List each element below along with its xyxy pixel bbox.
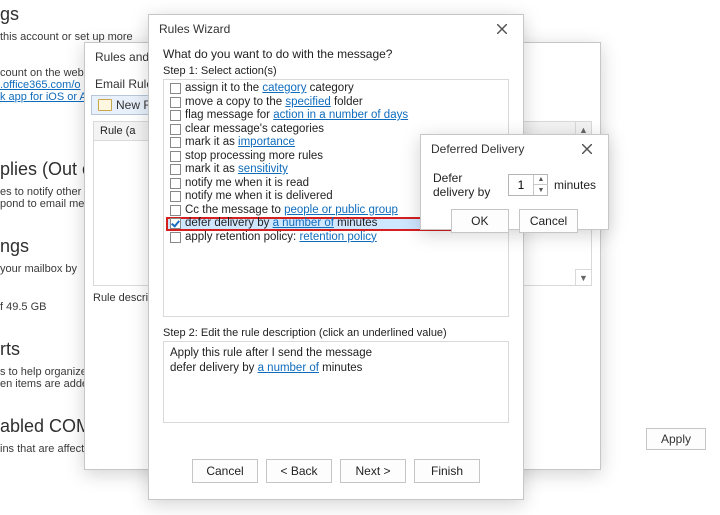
close-icon — [582, 144, 592, 154]
dialog-title: Deferred Delivery — [431, 142, 524, 156]
rule-description-panel: Apply this rule after I send the message… — [163, 341, 509, 423]
action-label: clear message's categories — [185, 123, 324, 136]
apply-button[interactable]: Apply — [646, 428, 706, 450]
action-label: move a copy to the specified folder — [185, 96, 363, 109]
close-button[interactable] — [491, 18, 513, 40]
action-checkbox[interactable] — [170, 137, 181, 148]
cancel-button[interactable]: Cancel — [192, 459, 258, 483]
deferred-delivery-dialog: Deferred Delivery Defer delivery by ▲ ▼ … — [420, 134, 609, 230]
action-checkbox[interactable] — [170, 124, 181, 135]
action-label: defer delivery by a number of minutes — [185, 217, 377, 230]
action-checkbox[interactable] — [170, 178, 181, 189]
action-label: mark it as importance — [185, 136, 295, 149]
action-link[interactable]: importance — [238, 136, 295, 148]
spinner-down[interactable]: ▼ — [534, 185, 548, 195]
action-row[interactable]: assign it to the category category — [168, 82, 504, 96]
action-label: mark it as sensitivity — [185, 163, 288, 176]
bg-link[interactable]: .office365.com/o — [0, 79, 81, 91]
action-link[interactable]: a number of — [273, 217, 334, 229]
defer-label-post: minutes — [554, 178, 596, 192]
action-row[interactable]: flag message for action in a number of d… — [168, 109, 504, 123]
action-checkbox[interactable] — [170, 83, 181, 94]
action-label: apply retention policy: retention policy — [185, 231, 377, 244]
close-icon — [497, 24, 507, 34]
cancel-button[interactable]: Cancel — [519, 209, 578, 233]
minutes-input[interactable] — [509, 178, 533, 192]
step2-label: Step 2: Edit the rule description (click… — [163, 327, 509, 339]
action-checkbox[interactable] — [170, 164, 181, 175]
action-link[interactable]: retention policy — [299, 231, 376, 243]
desc-link-minutes[interactable]: a number of — [258, 362, 319, 374]
action-link[interactable]: action in a number of days — [273, 109, 408, 121]
close-button[interactable] — [576, 138, 598, 160]
dialog-title: Rules Wizard — [159, 22, 230, 36]
action-checkbox[interactable] — [170, 110, 181, 121]
finish-button[interactable]: Finish — [414, 459, 480, 483]
action-label: stop processing more rules — [185, 150, 323, 163]
bg-link[interactable]: k app for iOS or A — [0, 91, 87, 103]
desc-line: Apply this rule after I send the message — [170, 346, 502, 361]
action-link[interactable]: specified — [285, 96, 330, 108]
next-button[interactable]: Next > — [340, 459, 406, 483]
action-checkbox[interactable] — [170, 151, 181, 162]
action-checkbox[interactable] — [170, 191, 181, 202]
action-label: assign it to the category category — [185, 82, 354, 95]
action-checkbox[interactable] — [170, 232, 181, 243]
action-label: notify me when it is delivered — [185, 190, 333, 203]
action-link[interactable]: people or public group — [284, 204, 398, 216]
wizard-prompt: What do you want to do with the message? — [163, 47, 509, 61]
rules-wizard-dialog: Rules Wizard What do you want to do with… — [148, 14, 524, 500]
minutes-spinner[interactable]: ▲ ▼ — [508, 174, 548, 196]
action-checkbox[interactable] — [170, 218, 181, 229]
action-link[interactable]: sensitivity — [238, 163, 288, 175]
action-label: flag message for action in a number of d… — [185, 109, 408, 122]
desc-line: defer delivery by a number of minutes — [170, 361, 502, 376]
scroll-down[interactable]: ▼ — [575, 269, 591, 285]
step1-label: Step 1: Select action(s) — [163, 65, 509, 77]
defer-label-pre: Defer delivery by — [433, 171, 502, 199]
spinner-up[interactable]: ▲ — [534, 175, 548, 185]
action-label: notify me when it is read — [185, 177, 309, 190]
action-checkbox[interactable] — [170, 97, 181, 108]
ok-button[interactable]: OK — [451, 209, 509, 233]
action-row[interactable]: move a copy to the specified folder — [168, 96, 504, 110]
action-label: Cc the message to people or public group — [185, 204, 398, 217]
action-link[interactable]: category — [262, 82, 306, 94]
envelope-icon — [98, 99, 112, 111]
action-checkbox[interactable] — [170, 205, 181, 216]
back-button[interactable]: < Back — [266, 459, 332, 483]
